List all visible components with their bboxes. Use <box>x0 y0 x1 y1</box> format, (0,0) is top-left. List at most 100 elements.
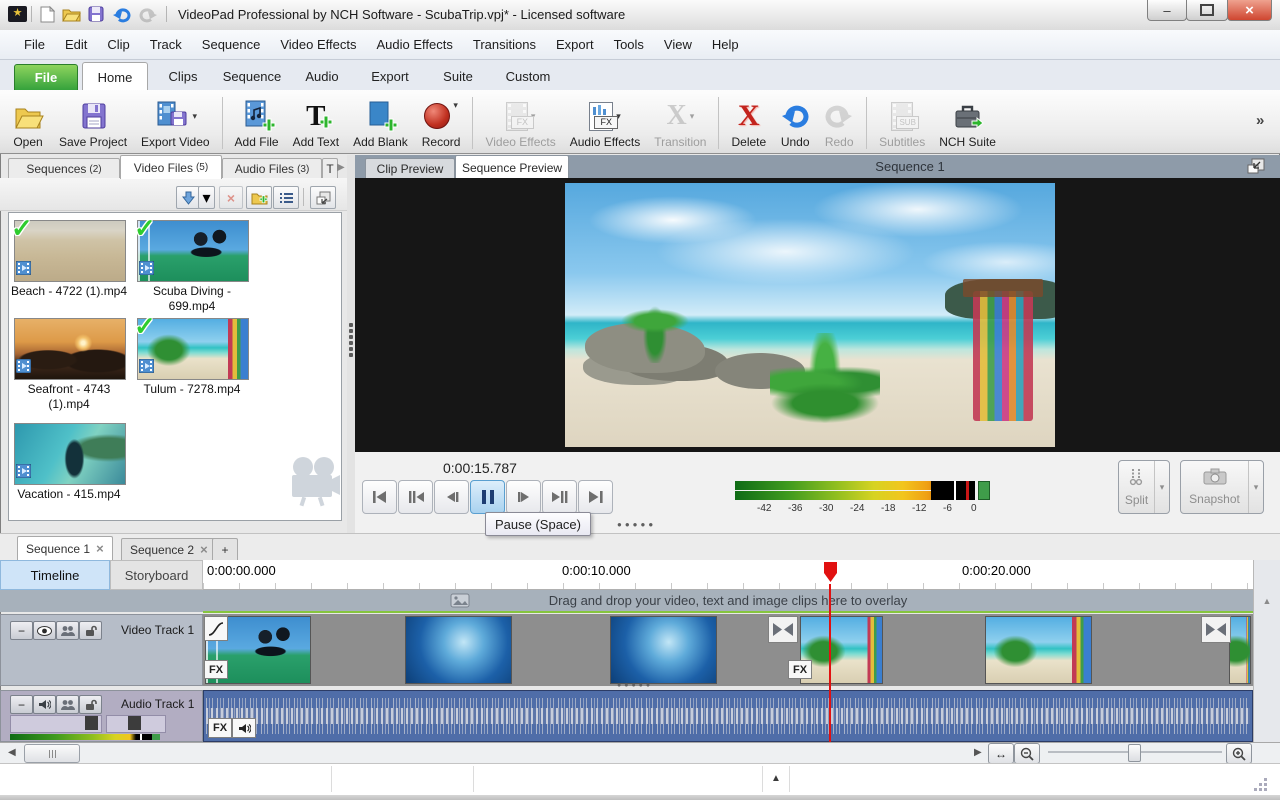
close-button[interactable]: × <box>1227 0 1272 21</box>
toolbar-overflow-icon[interactable]: » <box>1256 112 1264 129</box>
timeline-vscrollbar[interactable]: ▲ <box>1253 560 1280 742</box>
save-project-button[interactable]: Save Project <box>52 89 134 151</box>
file-name[interactable]: Beach - 4722 (1).mp4 <box>8 284 130 299</box>
audio-track-body[interactable]: FX <box>203 690 1253 742</box>
timeline-view-button[interactable]: Timeline <box>0 560 110 590</box>
tab-transitions-partial[interactable]: T <box>322 158 338 179</box>
scroll-right-icon[interactable]: ▶ <box>974 747 982 758</box>
file-name[interactable]: Tulum - 7278.mp4 <box>131 382 253 397</box>
zoom-out-button[interactable] <box>1014 743 1040 764</box>
file-thumbnail-scuba[interactable]: ✓ <box>137 220 249 282</box>
timeline-clip-underwater-2[interactable] <box>610 616 717 684</box>
go-to-end-button[interactable] <box>578 480 613 514</box>
pause-button[interactable] <box>470 480 505 514</box>
menu-track[interactable]: Track <box>140 37 192 52</box>
add-file-button[interactable]: Add File <box>228 89 286 151</box>
video-track-body[interactable]: FX FX <box>203 614 1253 686</box>
menu-file[interactable]: File <box>14 37 55 52</box>
menu-view[interactable]: View <box>654 37 702 52</box>
menu-transitions[interactable]: Transitions <box>463 37 546 52</box>
file-name[interactable]: Vacation - 415.mp4 <box>8 487 130 502</box>
add-to-sequence-button[interactable] <box>176 186 200 209</box>
menu-edit[interactable]: Edit <box>55 37 97 52</box>
detach-preview-icon[interactable] <box>1247 158 1265 179</box>
save-project-icon[interactable] <box>88 6 104 27</box>
fade-in-icon[interactable] <box>204 616 228 641</box>
splitter-grip[interactable]: ●●●●● <box>617 520 656 529</box>
snapshot-dropdown-icon[interactable]: ▾ <box>1248 461 1263 513</box>
split-button[interactable]: Split ▾ <box>1118 460 1170 514</box>
export-video-dropdown-icon[interactable]: ▾ <box>193 111 198 122</box>
timeline-clip-tulum-3[interactable] <box>1229 616 1251 684</box>
tab-audio-files[interactable]: Audio Files(3) <box>222 158 322 179</box>
volume-slider[interactable] <box>10 715 102 733</box>
file-thumbnail-seafront[interactable] <box>14 318 126 380</box>
tab-audio[interactable]: Audio <box>292 64 352 89</box>
tab-clip-preview[interactable]: Clip Preview <box>365 158 455 179</box>
collapse-track-button[interactable]: − <box>10 621 33 640</box>
tab-sequence[interactable]: Sequence <box>218 64 286 89</box>
tab-custom[interactable]: Custom <box>496 64 560 89</box>
timeline-clip-underwater-1[interactable] <box>405 616 512 684</box>
tab-home[interactable]: Home <box>82 62 148 92</box>
add-blank-button[interactable]: Add Blank <box>346 89 415 151</box>
tab-suite[interactable]: Suite <box>428 64 488 89</box>
close-tab-icon[interactable]: × <box>96 541 104 556</box>
zoom-slider-handle[interactable] <box>1128 744 1141 762</box>
undo-small-icon[interactable] <box>112 6 132 28</box>
tab-sequence-2[interactable]: Sequence 2× <box>121 538 217 560</box>
snapshot-button[interactable]: Snapshot ▾ <box>1180 460 1264 514</box>
timeline-ruler[interactable] <box>203 560 1253 590</box>
volume-slider-handle[interactable] <box>85 716 98 730</box>
add-folder-button[interactable] <box>246 186 272 209</box>
scroll-left-icon[interactable]: ◀ <box>8 747 16 758</box>
file-name[interactable]: Scuba Diving - 699.mp4 <box>131 284 253 314</box>
file-thumbnail-vacation[interactable] <box>14 423 126 485</box>
add-text-button[interactable]: T Add Text <box>286 89 346 151</box>
open-project-icon[interactable] <box>62 6 81 27</box>
video-effects-button[interactable]: FX▾ Video Effects <box>478 89 562 151</box>
menu-video-effects[interactable]: Video Effects <box>270 37 366 52</box>
collapse-panel-button[interactable]: ▲ <box>766 769 786 787</box>
transition-icon[interactable] <box>768 616 798 643</box>
tab-video-files[interactable]: Video Files(5) <box>120 155 222 179</box>
detach-panel-button[interactable] <box>310 186 336 209</box>
timeline-clip-tulum-2[interactable] <box>985 616 1092 684</box>
menu-sequence[interactable]: Sequence <box>192 37 271 52</box>
storyboard-view-button[interactable]: Storyboard <box>110 560 203 590</box>
redo-button[interactable]: Redo <box>817 89 861 151</box>
add-to-sequence-dropdown[interactable]: ▾ <box>198 186 215 209</box>
clip-volume-badge[interactable] <box>232 718 256 738</box>
tab-sequence-preview[interactable]: Sequence Preview <box>455 155 569 179</box>
step-back-button[interactable] <box>434 480 469 514</box>
track-visibility-button[interactable] <box>33 621 56 640</box>
undo-button[interactable]: Undo <box>773 89 817 151</box>
next-clip-button[interactable] <box>542 480 577 514</box>
overlay-track-hint[interactable]: Drag and drop your video, text and image… <box>0 590 1253 612</box>
track-lock-button[interactable] <box>79 695 102 714</box>
timeline-clip-tulum-1[interactable] <box>800 616 883 684</box>
collapse-track-button[interactable]: − <box>10 695 33 714</box>
split-dropdown-icon[interactable]: ▾ <box>1154 461 1169 513</box>
record-button[interactable]: ▾ Record <box>415 89 468 151</box>
menu-help[interactable]: Help <box>702 37 749 52</box>
delete-button[interactable]: X Delete <box>724 89 773 151</box>
maximize-button[interactable] <box>1186 0 1228 21</box>
file-name[interactable]: Seafront - 4743 (1).mp4 <box>8 382 130 412</box>
menu-tools[interactable]: Tools <box>604 37 654 52</box>
track-motion-button[interactable] <box>56 621 79 640</box>
tab-sequence-1[interactable]: Sequence 1× <box>17 536 113 560</box>
clip-fx-badge[interactable]: FX <box>208 718 232 738</box>
list-view-button[interactable] <box>273 186 299 209</box>
track-splitter-grip[interactable]: ●●●●● <box>617 682 653 689</box>
menu-clip[interactable]: Clip <box>97 37 139 52</box>
transition-icon[interactable] <box>1201 616 1231 643</box>
tab-export[interactable]: Export <box>358 64 422 89</box>
go-to-start-button[interactable] <box>362 480 397 514</box>
clip-fx-badge[interactable]: FX <box>788 660 812 679</box>
tab-sequences[interactable]: Sequences(2) <box>8 158 120 179</box>
step-forward-button[interactable] <box>506 480 541 514</box>
record-dropdown-icon[interactable]: ▾ <box>453 100 458 111</box>
nch-suite-button[interactable]: NCH Suite <box>932 89 1003 151</box>
redo-small-icon[interactable] <box>138 6 158 28</box>
